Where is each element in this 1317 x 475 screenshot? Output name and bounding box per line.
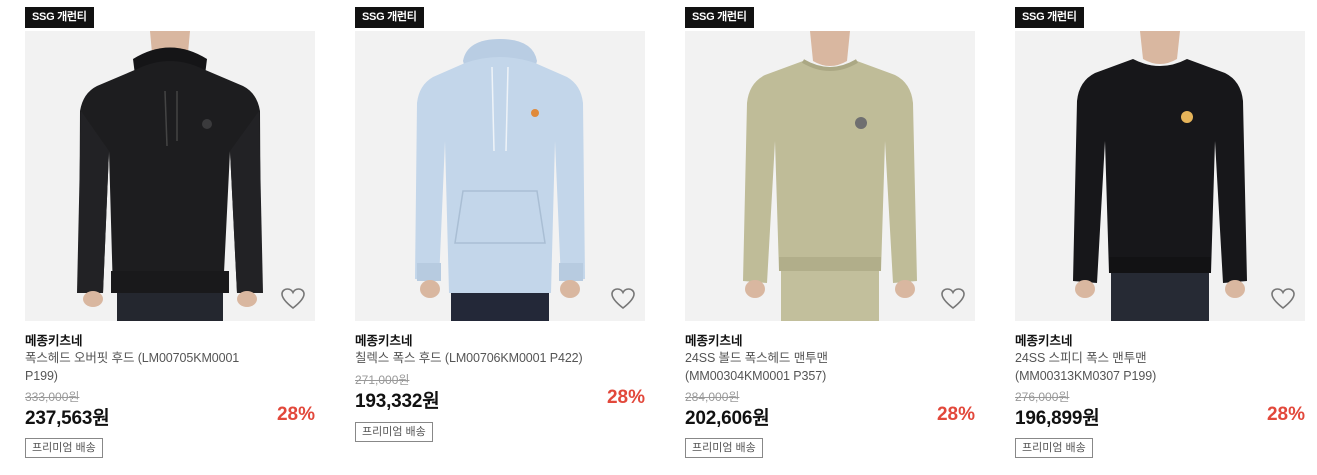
- brand-name: 메종키츠네: [355, 333, 413, 348]
- heart-outline-icon[interactable]: [940, 287, 966, 311]
- sale-price: 196,899원: [1015, 408, 1100, 429]
- premium-shipping-tag: 프리미엄 배송: [355, 422, 433, 442]
- discount-rate: 28%: [606, 387, 645, 408]
- brand-name: 메종키츠네: [685, 333, 743, 348]
- discount-rate: 28%: [276, 404, 315, 425]
- product-name[interactable]: 24SS 스피디 폭스 맨투맨 (MM00313KM0307 P199): [1015, 349, 1247, 385]
- sale-price: 202,606원: [685, 408, 770, 429]
- brand-name: 메종키츠네: [1015, 333, 1073, 348]
- sale-price: 237,563원: [25, 408, 110, 429]
- ssg-guarantee-badge: SSG 개런티: [355, 7, 424, 28]
- product-photo-light-blue-hoodie: [355, 31, 645, 321]
- ssg-guarantee-badge: SSG 개런티: [685, 7, 754, 28]
- product-card[interactable]: SSG 개런티 메종키츠네 24SS 볼드 폭스헤드 맨투맨 (MM00304K…: [685, 0, 975, 475]
- discount-rate: 28%: [936, 404, 975, 425]
- discount-rate: 28%: [1266, 404, 1305, 425]
- premium-shipping-tag: 프리미엄 배송: [1015, 438, 1093, 458]
- product-card[interactable]: SSG 개런티 메종키츠네 폭스헤드 오버핏 후드 (LM00705KM0001…: [25, 0, 315, 475]
- heart-outline-icon[interactable]: [610, 287, 636, 311]
- product-image[interactable]: [685, 31, 975, 321]
- product-image[interactable]: [1015, 31, 1305, 321]
- product-card[interactable]: SSG 개런티 메종키츠네 24SS 스피디 폭스 맨투맨 (MM00313KM…: [1015, 0, 1305, 475]
- brand-name: 메종키츠네: [25, 333, 83, 348]
- heart-outline-icon[interactable]: [280, 287, 306, 311]
- product-image[interactable]: [25, 31, 315, 321]
- heart-outline-icon[interactable]: [1270, 287, 1296, 311]
- product-photo-black-hoodie: [25, 31, 315, 321]
- product-name[interactable]: 칠렉스 폭스 후드 (LM00706KM0001 P422): [355, 349, 587, 367]
- product-photo-black-sweatshirt: [1015, 31, 1305, 321]
- product-name[interactable]: 24SS 볼드 폭스헤드 맨투맨 (MM00304KM0001 P357): [685, 349, 917, 385]
- ssg-guarantee-badge: SSG 개런티: [1015, 7, 1084, 28]
- product-card[interactable]: SSG 개런티 메종키츠네 칠렉스 폭스 후드 (LM00706KM0001 P…: [355, 0, 645, 475]
- product-image[interactable]: [355, 31, 645, 321]
- premium-shipping-tag: 프리미엄 배송: [25, 438, 103, 458]
- product-name[interactable]: 폭스헤드 오버핏 후드 (LM00705KM0001 P199): [25, 349, 257, 385]
- product-photo-beige-sweatshirt: [685, 31, 975, 321]
- ssg-guarantee-badge: SSG 개런티: [25, 7, 94, 28]
- sale-price: 193,332원: [355, 391, 440, 412]
- premium-shipping-tag: 프리미엄 배송: [685, 438, 763, 458]
